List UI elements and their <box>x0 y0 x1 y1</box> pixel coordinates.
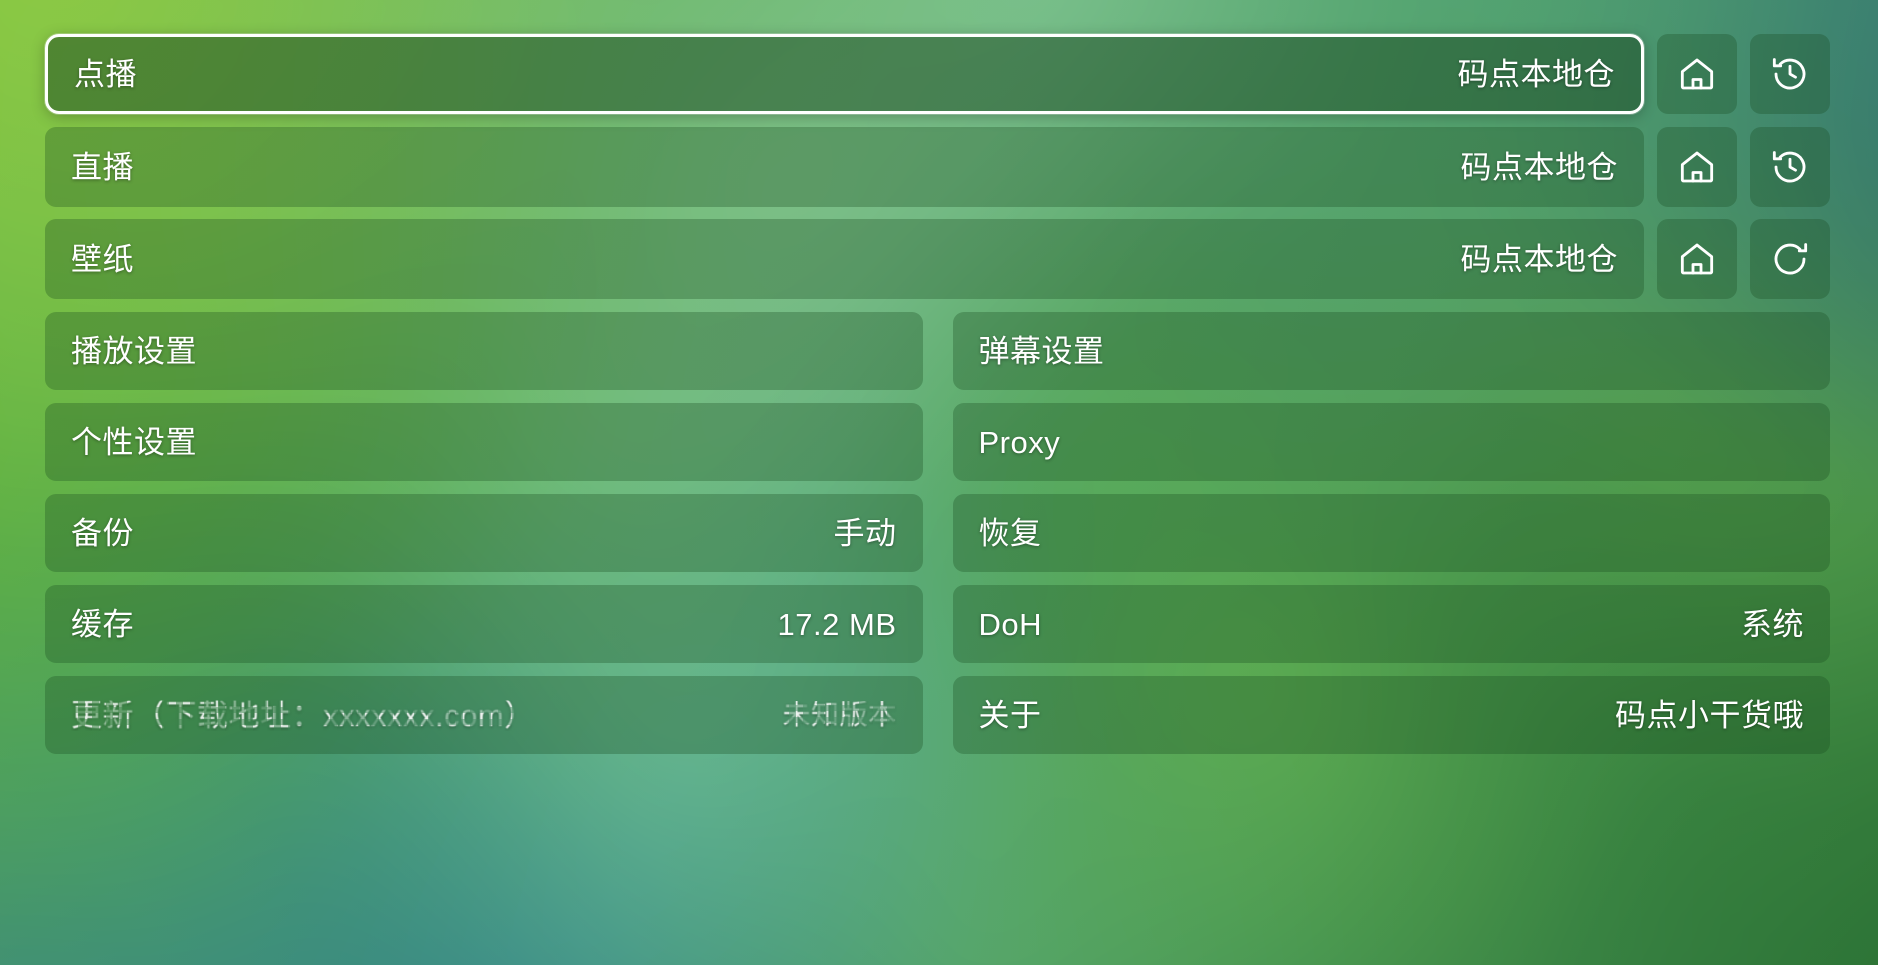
settings-row-0: 播放设置 弹幕设置 <box>45 312 1830 390</box>
home-icon <box>1677 239 1717 279</box>
setting-label: 播放设置 <box>71 333 197 369</box>
settings-row-3: 缓存 17.2 MB DoH 系统 <box>45 585 1830 663</box>
source-row-bizhi: 壁纸 码点本地仓 <box>45 219 1830 299</box>
settings-row-4: 更新（下载地址：xxxxxxx.com） 未知版本 关于 码点小干货哦 <box>45 676 1830 754</box>
source-item-dianbo[interactable]: 点播 码点本地仓 <box>45 34 1644 114</box>
home-button-bizhi[interactable] <box>1657 219 1737 299</box>
setting-label: 关于 <box>978 697 1042 733</box>
source-item-value: 码点本地仓 <box>1460 149 1618 185</box>
home-icon <box>1677 54 1717 94</box>
setting-label: 恢复 <box>978 515 1042 551</box>
source-row-dianbo: 点播 码点本地仓 <box>45 34 1830 114</box>
history-icon <box>1770 147 1810 187</box>
setting-label: 缓存 <box>71 606 134 642</box>
home-button-zhibo[interactable] <box>1657 127 1737 207</box>
source-item-zhibo[interactable]: 直播 码点本地仓 <box>45 127 1644 207</box>
setting-proxy[interactable]: Proxy <box>952 403 1830 481</box>
setting-label: Proxy <box>978 424 1061 460</box>
history-button-zhibo[interactable] <box>1750 127 1830 207</box>
source-item-value: 码点本地仓 <box>1460 241 1618 277</box>
setting-label: DoH <box>978 606 1043 642</box>
source-item-label: 直播 <box>71 149 134 185</box>
setting-restore[interactable]: 恢复 <box>952 494 1830 572</box>
setting-label: 更新（下载地址：xxxxxxx.com） <box>71 697 536 733</box>
refresh-button-bizhi[interactable] <box>1750 219 1830 299</box>
history-icon <box>1770 54 1810 94</box>
refresh-icon <box>1770 239 1810 279</box>
setting-doh[interactable]: DoH 系统 <box>952 585 1830 663</box>
setting-value: 17.2 MB <box>777 606 897 642</box>
setting-about[interactable]: 关于 码点小干货哦 <box>952 676 1830 754</box>
settings-row-1: 个性设置 Proxy <box>45 403 1830 481</box>
source-item-label: 点播 <box>74 56 137 92</box>
source-item-bizhi[interactable]: 壁纸 码点本地仓 <box>45 219 1644 299</box>
settings-screen: 点播 码点本地仓 直播 码点本地仓 壁纸 码点本地仓 播放设置 弹幕设置 个性设… <box>0 0 1878 965</box>
setting-value: 码点小干货哦 <box>1615 697 1804 733</box>
home-icon <box>1677 147 1717 187</box>
source-item-label: 壁纸 <box>71 241 134 277</box>
setting-label: 个性设置 <box>71 424 197 460</box>
home-button-dianbo[interactable] <box>1657 34 1737 114</box>
setting-personalization[interactable]: 个性设置 <box>45 403 923 481</box>
setting-value: 系统 <box>1741 606 1804 642</box>
setting-cache[interactable]: 缓存 17.2 MB <box>45 585 923 663</box>
source-item-value: 码点本地仓 <box>1457 56 1615 92</box>
history-button-dianbo[interactable] <box>1750 34 1830 114</box>
setting-label: 弹幕设置 <box>978 333 1105 369</box>
settings-row-2: 备份 手动 恢复 <box>45 494 1830 572</box>
setting-update[interactable]: 更新（下载地址：xxxxxxx.com） 未知版本 <box>45 676 923 754</box>
setting-danmaku[interactable]: 弹幕设置 <box>952 312 1830 390</box>
setting-playback[interactable]: 播放设置 <box>45 312 923 390</box>
setting-label: 备份 <box>71 515 134 551</box>
source-row-zhibo: 直播 码点本地仓 <box>45 127 1830 207</box>
setting-value: 手动 <box>833 515 897 551</box>
setting-value: 未知版本 <box>782 699 897 730</box>
setting-backup[interactable]: 备份 手动 <box>45 494 923 572</box>
